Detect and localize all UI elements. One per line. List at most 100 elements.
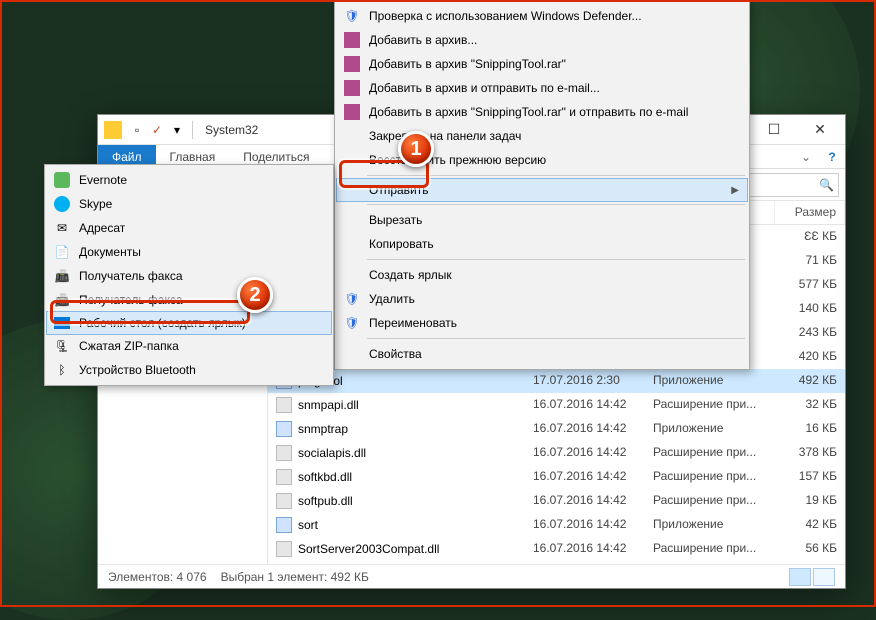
menu-item-label: Документы xyxy=(79,245,141,259)
file-type: Расширение при... xyxy=(645,467,775,487)
menu-item[interactable]: Копировать xyxy=(337,232,747,256)
file-date: 16.07.2016 14:42 xyxy=(525,539,645,559)
menu-item[interactable]: Вырезать xyxy=(337,208,747,232)
view-mode-buttons xyxy=(789,568,835,586)
menu-item[interactable]: Добавить в архив "SnippingTool.rar" xyxy=(337,52,747,76)
qat-dropdown-icon[interactable]: ▾ xyxy=(168,121,186,139)
menu-item[interactable]: 🛡 Проверка с использованием Windows Defen… xyxy=(337,4,747,28)
maximize-button[interactable]: ☐ xyxy=(751,115,797,145)
file-size: 378 КБ xyxy=(775,443,845,463)
menu-item-label: Evernote xyxy=(79,173,127,187)
menu-item-label: Сжатая ZIP-папка xyxy=(79,339,179,353)
colhdr-size[interactable]: Размер xyxy=(775,201,845,224)
skype-icon xyxy=(53,195,71,213)
file-size: 157 КБ xyxy=(775,467,845,487)
menu-item[interactable]: Добавить в архив "SnippingTool.rar" и от… xyxy=(337,100,747,124)
file-type: Приложение xyxy=(645,515,775,535)
menu-item-label: Добавить в архив "SnippingTool.rar" xyxy=(369,57,566,71)
folder-icon xyxy=(104,121,122,139)
file-date: 17.07.2016 2:30 xyxy=(525,371,645,391)
menu-item-label: Устройство Bluetooth xyxy=(79,363,196,377)
table-row[interactable]: softpub.dll16.07.2016 14:42Расширение пр… xyxy=(268,489,845,513)
menu-item-label: Skype xyxy=(79,197,112,211)
winrar-icon xyxy=(343,31,361,49)
file-size: 32 КБ xyxy=(775,395,845,415)
menu-item[interactable]: Свойства xyxy=(337,342,747,366)
ribbon-collapse-icon[interactable]: ⌄ xyxy=(793,145,819,168)
highlight-box-2 xyxy=(50,300,250,324)
menu-item-label: Переименовать xyxy=(369,316,457,330)
view-icons-button[interactable] xyxy=(813,568,835,586)
sendto-item[interactable]: ✉Адресат xyxy=(47,216,331,240)
window-title: System32 xyxy=(205,123,258,137)
menu-item-label: Добавить в архив "SnippingTool.rar" и от… xyxy=(369,105,688,119)
status-bar: Элементов: 4 076 Выбран 1 элемент: 492 К… xyxy=(98,564,845,588)
status-count: Элементов: 4 076 xyxy=(108,570,207,584)
status-selected: Выбран 1 элемент: 492 КБ xyxy=(221,570,369,584)
sendto-item[interactable]: ᛒ Устройство Bluetooth xyxy=(47,358,331,382)
file-date: 16.07.2016 14:42 xyxy=(525,491,645,511)
file-icon xyxy=(276,421,292,437)
winrar-icon xyxy=(343,79,361,97)
menu-item-label: Свойства xyxy=(369,347,422,361)
sendto-item[interactable]: 📠 Получатель факса xyxy=(47,264,331,288)
file-size: 140 КБ xyxy=(775,299,845,319)
file-date: 16.07.2016 14:42 xyxy=(525,443,645,463)
file-date: 16.07.2016 14:42 xyxy=(525,563,645,564)
bt-icon: ᛒ xyxy=(53,361,71,379)
fax-icon: 📠 xyxy=(53,267,71,285)
file-name: SortServer2003Compat.dll xyxy=(298,542,439,556)
annotation-badge-2: 2 xyxy=(237,277,273,313)
table-row[interactable]: socialapis.dll 16.07.2016 14:42Расширение… xyxy=(268,441,845,465)
table-row[interactable]: snmpapi.dll16.07.2016 14:42Расширение пр… xyxy=(268,393,845,417)
menu-item-label: Проверка с использованием Windows Defend… xyxy=(369,9,642,23)
file-type: Расширение при... xyxy=(645,563,775,564)
file-name: socialapis.dll xyxy=(298,446,366,460)
file-size: 71 КБ xyxy=(775,251,845,271)
sendto-item[interactable]: 📄Документы xyxy=(47,240,331,264)
shield-icon: 🛡 xyxy=(343,7,361,25)
menu-item-label: Вырезать xyxy=(369,213,422,227)
qat-props-icon[interactable]: ▫ xyxy=(128,121,146,139)
table-row[interactable]: snmptrap16.07.2016 14:42Приложение16 КБ xyxy=(268,417,845,441)
sendto-submenu: Evernote Skype ✉Адресат📄Документы 📠 Получате… xyxy=(44,164,334,386)
sendto-item[interactable]: Skype xyxy=(47,192,331,216)
menu-item[interactable]: 🛡Переименовать xyxy=(337,311,747,335)
view-details-button[interactable] xyxy=(789,568,811,586)
file-size: ƐƐ КБ xyxy=(775,227,845,247)
file-date: 16.07.2016 14:42 xyxy=(525,395,645,415)
menu-item[interactable]: Добавить в архив и отправить по e-mail..… xyxy=(337,76,747,100)
table-row[interactable]: SortWindows6Compat.dll16.07.2016 14:42Ра… xyxy=(268,561,845,564)
table-row[interactable]: SortServer2003Compat.dll 16.07.2016 14:42… xyxy=(268,537,845,561)
file-size: 243 КБ xyxy=(775,323,845,343)
file-type: Приложение xyxy=(645,419,775,439)
table-row[interactable]: sort16.07.2016 14:42Приложение42 КБ xyxy=(268,513,845,537)
submenu-arrow-icon: ▶ xyxy=(731,185,739,196)
table-row[interactable]: pingTool17.07.2016 2:30Приложение492 КБ xyxy=(268,369,845,393)
quick-access-toolbar: ▫ ✓ ▾ xyxy=(100,121,186,139)
close-button[interactable]: ✕ xyxy=(797,115,843,145)
winrar-icon xyxy=(343,103,361,121)
qat-checkmark-icon[interactable]: ✓ xyxy=(148,121,166,139)
file-type: Расширение при... xyxy=(645,539,775,559)
menu-item[interactable]: Создать ярлык xyxy=(337,263,747,287)
file-date: 16.07.2016 14:42 xyxy=(525,467,645,487)
zip-icon: 🗜 xyxy=(53,337,71,355)
search-icon: 🔍 xyxy=(819,178,834,192)
file-type: Расширение при... xyxy=(645,443,775,463)
menu-item-label: Закрепить на панели задач xyxy=(369,129,521,143)
file-icon xyxy=(276,397,292,413)
menu-item-label: Адресат xyxy=(79,221,125,235)
help-button[interactable]: ? xyxy=(819,145,845,168)
file-date: 16.07.2016 14:42 xyxy=(525,419,645,439)
sendto-item[interactable]: 🗜 Сжатая ZIP-папка xyxy=(47,334,331,358)
menu-item-label: Получатель факса xyxy=(79,269,183,283)
menu-item[interactable]: 🛡Удалить xyxy=(337,287,747,311)
annotation-badge-1: 1 xyxy=(398,131,434,167)
sendto-item[interactable]: Evernote xyxy=(47,168,331,192)
file-size: 56 КБ xyxy=(775,539,845,559)
table-row[interactable]: softkbd.dll16.07.2016 14:42Расширение пр… xyxy=(268,465,845,489)
shield-icon: 🛡 xyxy=(343,290,361,308)
menu-item[interactable]: Добавить в архив... xyxy=(337,28,747,52)
winrar-icon xyxy=(343,55,361,73)
